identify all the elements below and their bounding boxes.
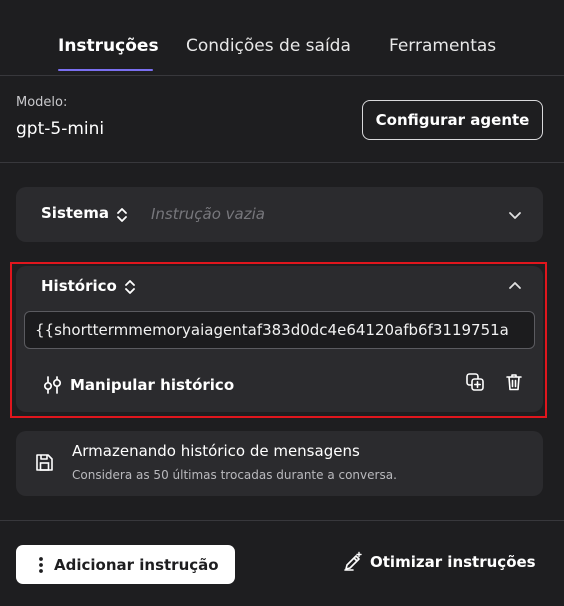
- tab-condicoes-de-saida[interactable]: Condições de saída: [186, 36, 351, 56]
- storage-subtitle: Considera as 50 últimas trocadas durante…: [72, 468, 397, 482]
- divider: [0, 162, 564, 163]
- optimize-instructions-label: Otimizar instruções: [370, 553, 536, 571]
- optimize-instructions-button[interactable]: Otimizar instruções: [342, 551, 536, 573]
- active-tab-indicator: [58, 69, 153, 71]
- magic-pencil-icon: [344, 551, 362, 571]
- tab-instrucoes[interactable]: Instruções: [58, 36, 159, 56]
- system-section[interactable]: Sistema Instrução vazia: [16, 187, 543, 242]
- more-vertical-icon: [39, 556, 43, 573]
- floppy-disk-icon: [36, 454, 53, 471]
- add-instruction-label: Adicionar instrução: [54, 555, 219, 574]
- tab-ferramentas[interactable]: Ferramentas: [389, 36, 496, 56]
- divider: [0, 520, 564, 521]
- system-section-title: Sistema: [41, 204, 109, 222]
- history-section-highlight: [10, 262, 547, 418]
- model-value: gpt-5-mini: [16, 119, 105, 139]
- chevron-down-icon[interactable]: [507, 207, 523, 223]
- message-history-storage-card: Armazenando histórico de mensagens Consi…: [16, 431, 543, 496]
- model-label: Modelo:: [16, 95, 68, 110]
- system-instruction-placeholder[interactable]: Instrução vazia: [151, 205, 265, 223]
- tab-bar: Instruções Condições de saída Ferramenta…: [0, 0, 564, 76]
- configure-agent-button[interactable]: Configurar agente: [362, 100, 543, 140]
- divider: [0, 75, 564, 76]
- sort-icon[interactable]: [115, 206, 129, 224]
- storage-title: Armazenando histórico de mensagens: [72, 442, 360, 460]
- add-instruction-button[interactable]: Adicionar instrução: [16, 545, 235, 584]
